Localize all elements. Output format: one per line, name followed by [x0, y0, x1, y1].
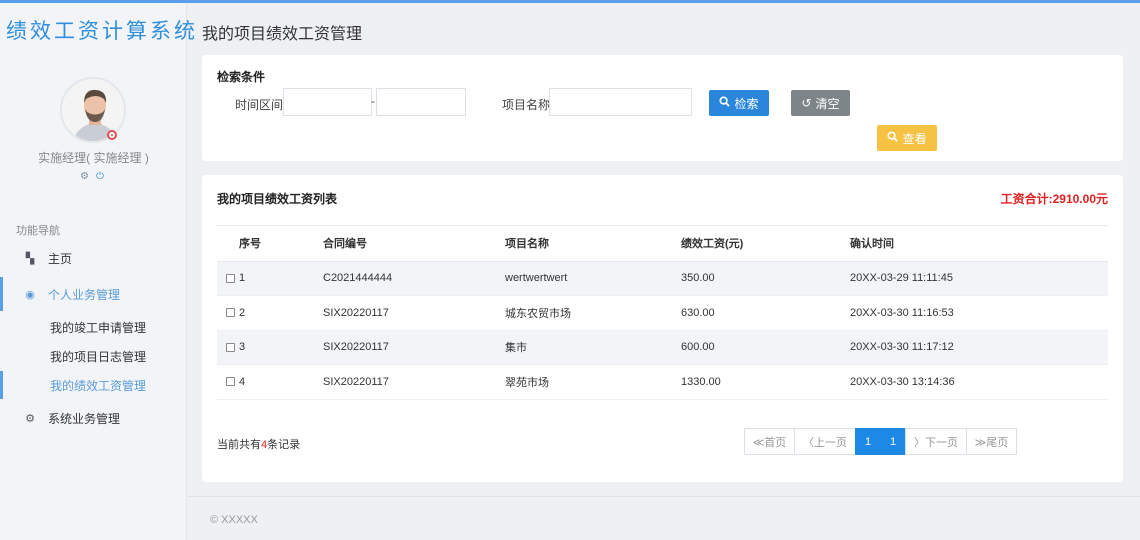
- cell-time: 20XX-03-30 13:14:36: [850, 364, 1108, 400]
- nav-item-label: 主页: [48, 251, 73, 266]
- user-actions: ⚙ ⏻: [80, 171, 104, 182]
- first-page-button[interactable]: ≪首页: [744, 428, 795, 455]
- cell-time: 20XX-03-30 11:17:12: [850, 330, 1108, 365]
- column-header: 绩效工资(元): [681, 226, 850, 262]
- prev-page-button[interactable]: 〈上一页: [794, 428, 856, 455]
- power-icon[interactable]: ⏻: [96, 171, 104, 182]
- cell-salary: 600.00: [681, 330, 850, 365]
- pagination: ≪首页 〈上一页 1 1 〉下一页 ≫尾页: [744, 428, 1017, 455]
- nav-item-system-business[interactable]: ⚙ 系统业务管理: [0, 401, 187, 435]
- clear-button[interactable]: ↺ 清空: [791, 90, 850, 116]
- user-circle-icon: ◉: [25, 288, 35, 301]
- cell-no: 4: [239, 364, 323, 400]
- table-row[interactable]: 2 SIX20220117 城东农贸市场 630.00 20XX-03-30 1…: [217, 295, 1108, 331]
- copyright: © XXXXX: [210, 514, 258, 526]
- cell-project: 集市: [505, 330, 681, 365]
- cell-project: 城东农贸市场: [505, 295, 681, 331]
- table-row[interactable]: 3 SIX20220117 集市 600.00 20XX-03-30 11:17…: [217, 330, 1108, 365]
- select-all-column: [217, 226, 239, 262]
- cell-contract: C2021444444: [323, 261, 505, 296]
- view-button[interactable]: 查看: [877, 125, 937, 151]
- nav-title: 功能导航: [16, 225, 60, 237]
- salary-table: 序号 合同编号 项目名称 绩效工资(元) 确认时间 1 C2021444444 …: [217, 226, 1108, 400]
- record-count: 当前共有4条记录: [217, 436, 300, 452]
- cell-salary: 1330.00: [681, 364, 850, 400]
- row-checkbox[interactable]: [226, 377, 235, 387]
- table-row[interactable]: 1 C2021444444 wertwertwert 350.00 20XX-0…: [217, 261, 1108, 296]
- sub-item-label: 我的竣工申请管理: [50, 320, 147, 335]
- gears-icon: ⚙: [25, 412, 35, 425]
- next-page-button[interactable]: 〉下一页: [905, 428, 967, 455]
- sub-item-completion-application[interactable]: 我的竣工申请管理: [0, 313, 187, 341]
- cell-project: wertwertwert: [505, 261, 681, 296]
- cell-no: 1: [239, 261, 323, 296]
- range-separator: -: [371, 94, 375, 108]
- salary-list-panel: 我的项目绩效工资列表 工资合计:2910.00元 序号 合同编号 项目名称 绩效…: [202, 175, 1123, 482]
- current-page[interactable]: 1: [855, 428, 881, 455]
- cell-salary: 350.00: [681, 261, 850, 296]
- total-pages: 1: [880, 428, 906, 455]
- cell-time: 20XX-03-30 11:16:53: [850, 295, 1108, 331]
- row-checkbox[interactable]: [226, 308, 235, 318]
- footer: © XXXXX: [188, 496, 1140, 540]
- last-page-button[interactable]: ≫尾页: [966, 428, 1017, 455]
- search-icon: [887, 131, 899, 145]
- project-name-input[interactable]: [549, 88, 692, 116]
- user-name: 实施经理( 实施经理 ): [38, 151, 149, 165]
- record-prefix: 当前共有: [217, 439, 261, 451]
- nav-item-personal-business[interactable]: ◉ 个人业务管理: [0, 277, 187, 311]
- cell-salary: 630.00: [681, 295, 850, 331]
- view-button-label: 查看: [902, 131, 927, 146]
- start-date-input[interactable]: [283, 88, 372, 116]
- row-checkbox[interactable]: [226, 342, 235, 352]
- gear-icon[interactable]: ⚙: [80, 171, 89, 182]
- sub-item-label: 我的绩效工资管理: [50, 378, 147, 393]
- status-indicator-icon: [107, 130, 117, 140]
- column-header: 序号: [239, 226, 323, 262]
- search-button-label: 检索: [734, 96, 759, 111]
- cell-contract: SIX20220117: [323, 295, 505, 331]
- sub-item-performance-salary[interactable]: 我的绩效工资管理: [0, 371, 187, 399]
- cell-contract: SIX20220117: [323, 364, 505, 400]
- cell-time: 20XX-03-29 11:11:45: [850, 261, 1108, 296]
- clear-button-label: 清空: [815, 96, 840, 111]
- nav-item-home[interactable]: ▚ 主页: [0, 241, 187, 275]
- cell-no: 3: [239, 330, 323, 365]
- search-button[interactable]: 检索: [709, 90, 769, 116]
- cell-no: 2: [239, 295, 323, 331]
- search-icon: [719, 96, 731, 110]
- nav-item-label: 系统业务管理: [48, 411, 121, 426]
- column-header: 合同编号: [323, 226, 505, 262]
- record-suffix: 条记录: [267, 439, 301, 451]
- sub-item-label: 我的项目日志管理: [50, 349, 147, 364]
- project-name-label: 项目名称: [502, 98, 551, 112]
- dashboard-icon: ▚: [25, 252, 35, 265]
- table-header-row: 序号 合同编号 项目名称 绩效工资(元) 确认时间: [217, 226, 1108, 262]
- table-row[interactable]: 4 SIX20220117 翠苑市场 1330.00 20XX-03-30 13…: [217, 364, 1108, 400]
- column-header: 确认时间: [850, 226, 1108, 262]
- end-date-input[interactable]: [376, 88, 466, 116]
- sidebar: 绩效工资计算系统 实施经理( 实施经理 ) ⚙ ⏻ 功能导航 ▚ 主页 ◉ 个人…: [0, 3, 195, 540]
- list-heading: 我的项目绩效工资列表: [217, 192, 338, 206]
- sub-item-project-log[interactable]: 我的项目日志管理: [0, 342, 187, 370]
- salary-total: 工资合计:2910.00元: [1000, 192, 1108, 206]
- page-title: 我的项目绩效工资管理: [202, 26, 363, 43]
- search-heading: 检索条件: [217, 70, 266, 84]
- search-panel: 检索条件 时间区间 - 项目名称 检索 ↺ 清空 查看: [202, 55, 1123, 161]
- column-header: 项目名称: [505, 226, 681, 262]
- reset-icon: ↺: [801, 96, 812, 110]
- app-brand: 绩效工资计算系统: [6, 19, 198, 43]
- row-checkbox[interactable]: [226, 273, 235, 283]
- time-range-label: 时间区间: [235, 98, 284, 112]
- cell-contract: SIX20220117: [323, 330, 505, 365]
- nav-item-label: 个人业务管理: [48, 287, 121, 302]
- cell-project: 翠苑市场: [505, 364, 681, 400]
